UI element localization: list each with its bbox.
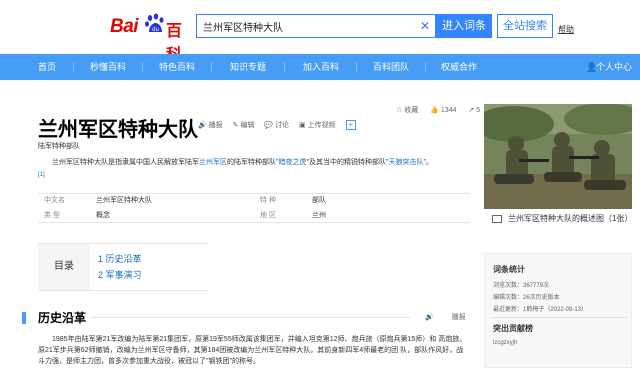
entry-statistics-panel: 词条统计 浏览次数：367779次 编辑次数：26次历史版本 最近更新：1鹤梅子…	[484, 253, 632, 368]
info-label: 类 型	[44, 212, 60, 219]
help-link[interactable]: 帮助	[558, 24, 574, 35]
search-input[interactable]	[197, 15, 417, 37]
broadcast-label: 播报	[208, 122, 223, 129]
section-title: 历史沿革	[38, 311, 87, 325]
enter-entry-button[interactable]: 进入词条	[436, 14, 492, 38]
collect-button[interactable]: ☆ 收藏	[396, 107, 423, 114]
summary-image[interactable]	[484, 104, 632, 209]
baidu-baike-logo[interactable]: Bai du 百科	[110, 10, 192, 64]
image-caption[interactable]: 兰州军区特种大队的概述图（1张）	[484, 210, 632, 242]
info-label: 中文名	[44, 197, 65, 204]
nav-divider	[211, 62, 212, 72]
like-count-value: 5	[476, 107, 481, 114]
nav-divider	[73, 62, 74, 72]
edit-count[interactable]: 编辑次数：26次历史版本	[493, 292, 560, 301]
section-broadcast-label: 播报	[451, 314, 466, 321]
summary-text: 的陆军特种部队"	[227, 159, 279, 166]
section-header	[22, 311, 470, 325]
info-label: 地 区	[260, 212, 276, 219]
info-value: 兰州	[312, 212, 326, 219]
info-label: 特 种	[260, 197, 276, 204]
summary-text: "。	[423, 159, 433, 166]
toc-item-exercises[interactable]: 2 军事演习	[98, 268, 142, 281]
collect-label: 收藏	[404, 107, 419, 114]
section-broadcast-button[interactable]: 🔊 播报	[425, 314, 466, 321]
summary-text: 兰州军区特种大队是指隶属中国人民解放军陆军	[52, 159, 199, 166]
section-divider	[90, 317, 410, 318]
toc-label: 目录	[38, 244, 90, 290]
nav-item-join[interactable]: 加入百科	[294, 54, 348, 80]
image-gallery-icon	[492, 215, 502, 223]
user-center-link[interactable]: 👤个人中心	[586, 54, 632, 80]
collect-count: 1344	[440, 107, 457, 114]
logo-du-text: du	[152, 27, 159, 33]
summary-text: "及其当中的精锐特种部队"	[306, 159, 389, 166]
clear-search-icon[interactable]: ✕	[420, 18, 430, 34]
entry-tools: 🔊 播报 ✎ 编辑 💬 讨论 ▣ 上传视频 +	[198, 120, 356, 134]
link-tianlang[interactable]: 天狼突击队	[388, 159, 423, 166]
basic-info-box: 中文名 兰州军区特种大队 特 种 部队 类 型 概念 地 区 兰州	[38, 193, 470, 223]
broadcast-button[interactable]: 🔊 播报	[198, 120, 223, 130]
discuss-label: 讨论	[275, 122, 290, 129]
section-body: 1985年由陆军第21军改编为陆军第21集团军，原第19军55师改属该集团军，并…	[38, 334, 470, 367]
nav-divider	[142, 62, 143, 72]
caption-text: 兰州军区特种大队的概述图（1张）	[508, 214, 633, 223]
add-icon[interactable]: +	[345, 120, 356, 130]
nav-item-featured[interactable]: 特色百科	[150, 54, 204, 80]
share-count[interactable]: ↗ 5	[468, 107, 485, 114]
stats-heading: 词条统计	[493, 265, 525, 274]
entry-stats: ☆ 收藏 👍 1344 ↗ 5	[396, 105, 490, 115]
nav-item-topics[interactable]: 知识专题	[220, 54, 276, 80]
edit-label: 编辑	[240, 122, 255, 129]
table-of-contents: 目录 1 历史沿革 2 军事演习	[38, 243, 208, 291]
user-icon: 👤	[585, 62, 598, 72]
link-anye-zhihu[interactable]: 暗夜之虎	[279, 159, 307, 166]
info-value: 兰州军区特种大队	[96, 197, 152, 204]
paw-logo-icon: du	[145, 13, 164, 33]
entry-subtitle: 陆军特种部队	[38, 143, 80, 150]
view-count: 浏览次数：367779次	[493, 283, 550, 289]
reference-marker[interactable]: [1]	[38, 172, 45, 178]
search-box: ✕	[196, 14, 436, 38]
info-value: 部队	[312, 197, 326, 204]
section-marker	[22, 312, 26, 324]
body-text-line: 1985年由陆军第21军改编为陆军第21集团军，原第19军55师改属该集团军，并…	[52, 336, 437, 343]
page-title: 兰州军区特种大队	[38, 119, 198, 141]
logo-bai-text: Bai	[110, 16, 139, 37]
nav-divider	[425, 62, 426, 72]
like-count[interactable]: 👍 1344	[430, 107, 461, 114]
toc-item-history[interactable]: 1 历史沿革	[98, 252, 142, 265]
edit-button[interactable]: ✎ 编辑	[233, 120, 255, 130]
contributor-name[interactable]: lzcgzxyjh	[493, 340, 517, 346]
upload-video-label: 上传视频	[307, 122, 336, 129]
full-site-search-button[interactable]: 全站搜索	[497, 14, 553, 38]
top-header: Bai du 百科 ✕ 进入词条 全站搜索 帮助	[0, 0, 640, 64]
nav-item-home[interactable]: 首页	[28, 54, 66, 80]
soldiers-photo	[484, 104, 632, 209]
nav-divider	[356, 62, 357, 72]
nav-item-miaodong[interactable]: 秒懂百科	[81, 54, 135, 80]
panel-divider	[491, 317, 627, 318]
upload-video-button[interactable]: ▣ 上传视频	[299, 120, 336, 130]
last-update: 最近更新：1鹤梅子（2022-09-13）	[493, 307, 588, 313]
nav-divider	[284, 62, 285, 72]
entry-summary: 兰州军区特种大队是指隶属中国人民解放军陆军兰州军区的陆军特种部队"暗夜之虎"及其…	[38, 157, 470, 181]
nav-item-cooperation[interactable]: 权威合作	[432, 54, 486, 80]
contributors-heading: 突出贡献榜	[493, 324, 533, 333]
discuss-button[interactable]: 💬 讨论	[264, 120, 289, 130]
main-nav: 首页 秒懂百科 特色百科 知识专题 加入百科 百科团队 权威合作 👤个人中心	[0, 54, 640, 80]
nav-item-team[interactable]: 百科团队	[364, 54, 418, 80]
link-lanzhou-military-region[interactable]: 兰州军区	[199, 159, 227, 166]
user-center-label: 个人中心	[595, 62, 632, 72]
info-value: 概念	[96, 212, 110, 219]
